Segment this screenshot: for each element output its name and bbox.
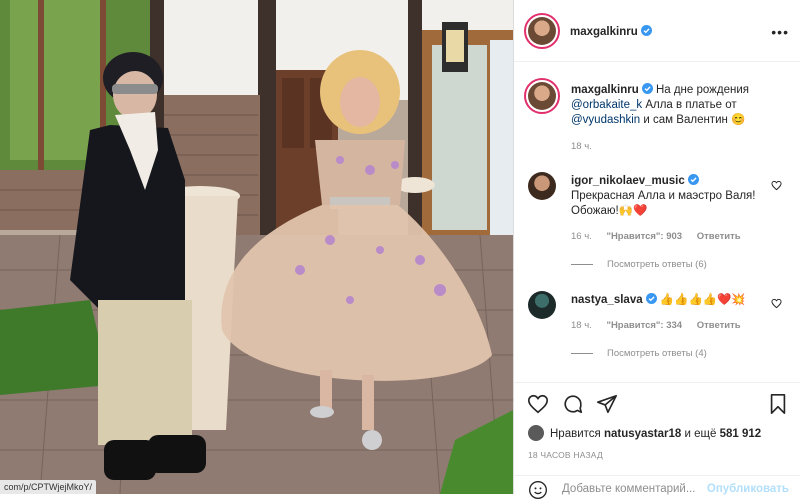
- view-replies-label: Посмотреть ответы (4): [607, 348, 707, 359]
- more-options-icon[interactable]: •••: [771, 24, 789, 40]
- post-header: maxgalkinru •••: [514, 0, 800, 62]
- reply-button[interactable]: Ответить: [697, 231, 741, 242]
- author-username[interactable]: maxgalkinru: [570, 25, 652, 38]
- comment-likes-count[interactable]: "Нравится": 334: [606, 320, 682, 331]
- view-replies-button[interactable]: Посмотреть ответы (6): [571, 259, 707, 270]
- post-actions: Нравится natusyastar18 и ещё 581 912 18 …: [514, 382, 800, 500]
- caption-text-2: Алла в платье от: [645, 99, 737, 111]
- post-sidebar: maxgalkinru ••• maxgalkinru На дне рожде…: [513, 0, 800, 500]
- comment-meta: 18 ч. "Нравится": 334 Ответить: [571, 320, 741, 331]
- caption-author-avatar[interactable]: [524, 78, 560, 114]
- comment-meta: 16 ч. "Нравится": 903 Ответить: [571, 231, 741, 242]
- bookmark-icon[interactable]: [767, 393, 789, 415]
- smiley-icon[interactable]: [528, 480, 548, 500]
- caption-text-1: На дне рождения: [655, 84, 749, 96]
- photo-illustration: [0, 0, 513, 494]
- verified-badge-icon: [640, 25, 652, 36]
- verified-badge-icon: [645, 293, 657, 304]
- likes-summary: Нравится natusyastar18 и ещё 581 912: [528, 425, 761, 441]
- mention-link-1[interactable]: @orbakaite_k: [571, 99, 642, 111]
- post-time-ago[interactable]: 18 ЧАСОВ НАЗАД: [528, 450, 603, 460]
- add-comment-bar: Добавьте комментарий... Опубликовать: [514, 475, 800, 500]
- divider-line: [571, 263, 593, 265]
- caption-time[interactable]: 18 ч.: [571, 141, 592, 152]
- divider-line: [571, 352, 593, 354]
- mention-link-2[interactable]: @vyudashkin: [571, 114, 640, 126]
- comment-text: 👍👍👍👍❤️💥: [659, 294, 746, 306]
- verified-badge-icon: [641, 83, 653, 94]
- comment-body: igor_nikolaev_music Прекрасная Алла и ма…: [571, 174, 771, 219]
- comment-likes-count[interactable]: "Нравится": 903: [606, 231, 682, 242]
- liker-avatar[interactable]: [528, 425, 544, 441]
- view-replies-label: Посмотреть ответы (6): [607, 259, 707, 270]
- paper-plane-icon[interactable]: [596, 393, 618, 415]
- verified-badge-icon: [687, 174, 699, 185]
- comment-username[interactable]: nastya_slava: [571, 294, 643, 306]
- likes-count[interactable]: 581 912: [720, 428, 762, 440]
- comment-time[interactable]: 16 ч.: [571, 231, 592, 242]
- comment-avatar[interactable]: [528, 291, 556, 319]
- post-photo[interactable]: com/p/CPTWjejMkoY/: [0, 0, 513, 494]
- comment-body: nastya_slava 👍👍👍👍❤️💥: [571, 293, 771, 308]
- reply-button[interactable]: Ответить: [697, 320, 741, 331]
- caption-text-3: и сам Валентин 😊: [643, 114, 746, 126]
- comment-time[interactable]: 18 ч.: [571, 320, 592, 331]
- view-replies-button[interactable]: Посмотреть ответы (4): [571, 348, 707, 359]
- likes-middle: и ещё: [684, 428, 717, 440]
- heart-icon[interactable]: [527, 393, 549, 415]
- caption: maxgalkinru На дне рождения @orbakaite_k…: [571, 83, 789, 128]
- comment-username[interactable]: igor_nikolaev_music: [571, 175, 685, 187]
- comment-icon[interactable]: [562, 393, 584, 415]
- status-url: com/p/CPTWjejMkoY/: [0, 480, 97, 494]
- comment-like-heart-icon[interactable]: [771, 298, 782, 309]
- comment-avatar[interactable]: [528, 172, 556, 200]
- caption-username[interactable]: maxgalkinru: [571, 84, 639, 96]
- liker-username[interactable]: natusyastar18: [604, 428, 681, 440]
- comment-text: Прекрасная Алла и маэстро Валя! Обожаю!🙌…: [571, 190, 756, 217]
- publish-button[interactable]: Опубликовать: [707, 483, 789, 495]
- author-avatar[interactable]: [524, 13, 560, 49]
- likes-prefix: Нравится: [550, 428, 601, 440]
- comment-like-heart-icon[interactable]: [771, 180, 782, 191]
- comment-input[interactable]: Добавьте комментарий...: [562, 483, 695, 495]
